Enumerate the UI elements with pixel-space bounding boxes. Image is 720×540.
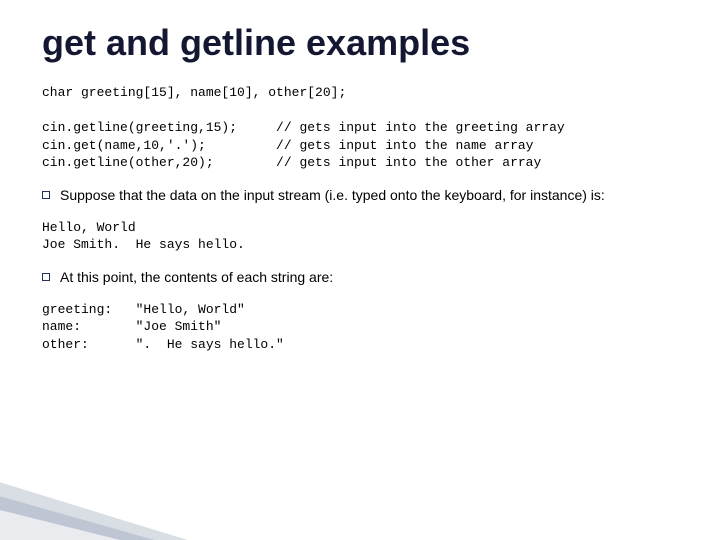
slide: get and getline examples char greeting[1…	[0, 0, 720, 540]
page-title: get and getline examples	[42, 22, 678, 64]
code-block-declarations: char greeting[15], name[10], other[20]; …	[42, 84, 678, 172]
bullet-item: Suppose that the data on the input strea…	[42, 186, 678, 205]
bullet-list-2: At this point, the contents of each stri…	[42, 268, 678, 287]
code-block-results: greeting: "Hello, World" name: "Joe Smit…	[42, 301, 678, 354]
code-block-input: Hello, World Joe Smith. He says hello.	[42, 219, 678, 254]
slide-accent-icon	[0, 430, 220, 540]
bullet-item: At this point, the contents of each stri…	[42, 268, 678, 287]
bullet-list-1: Suppose that the data on the input strea…	[42, 186, 678, 205]
